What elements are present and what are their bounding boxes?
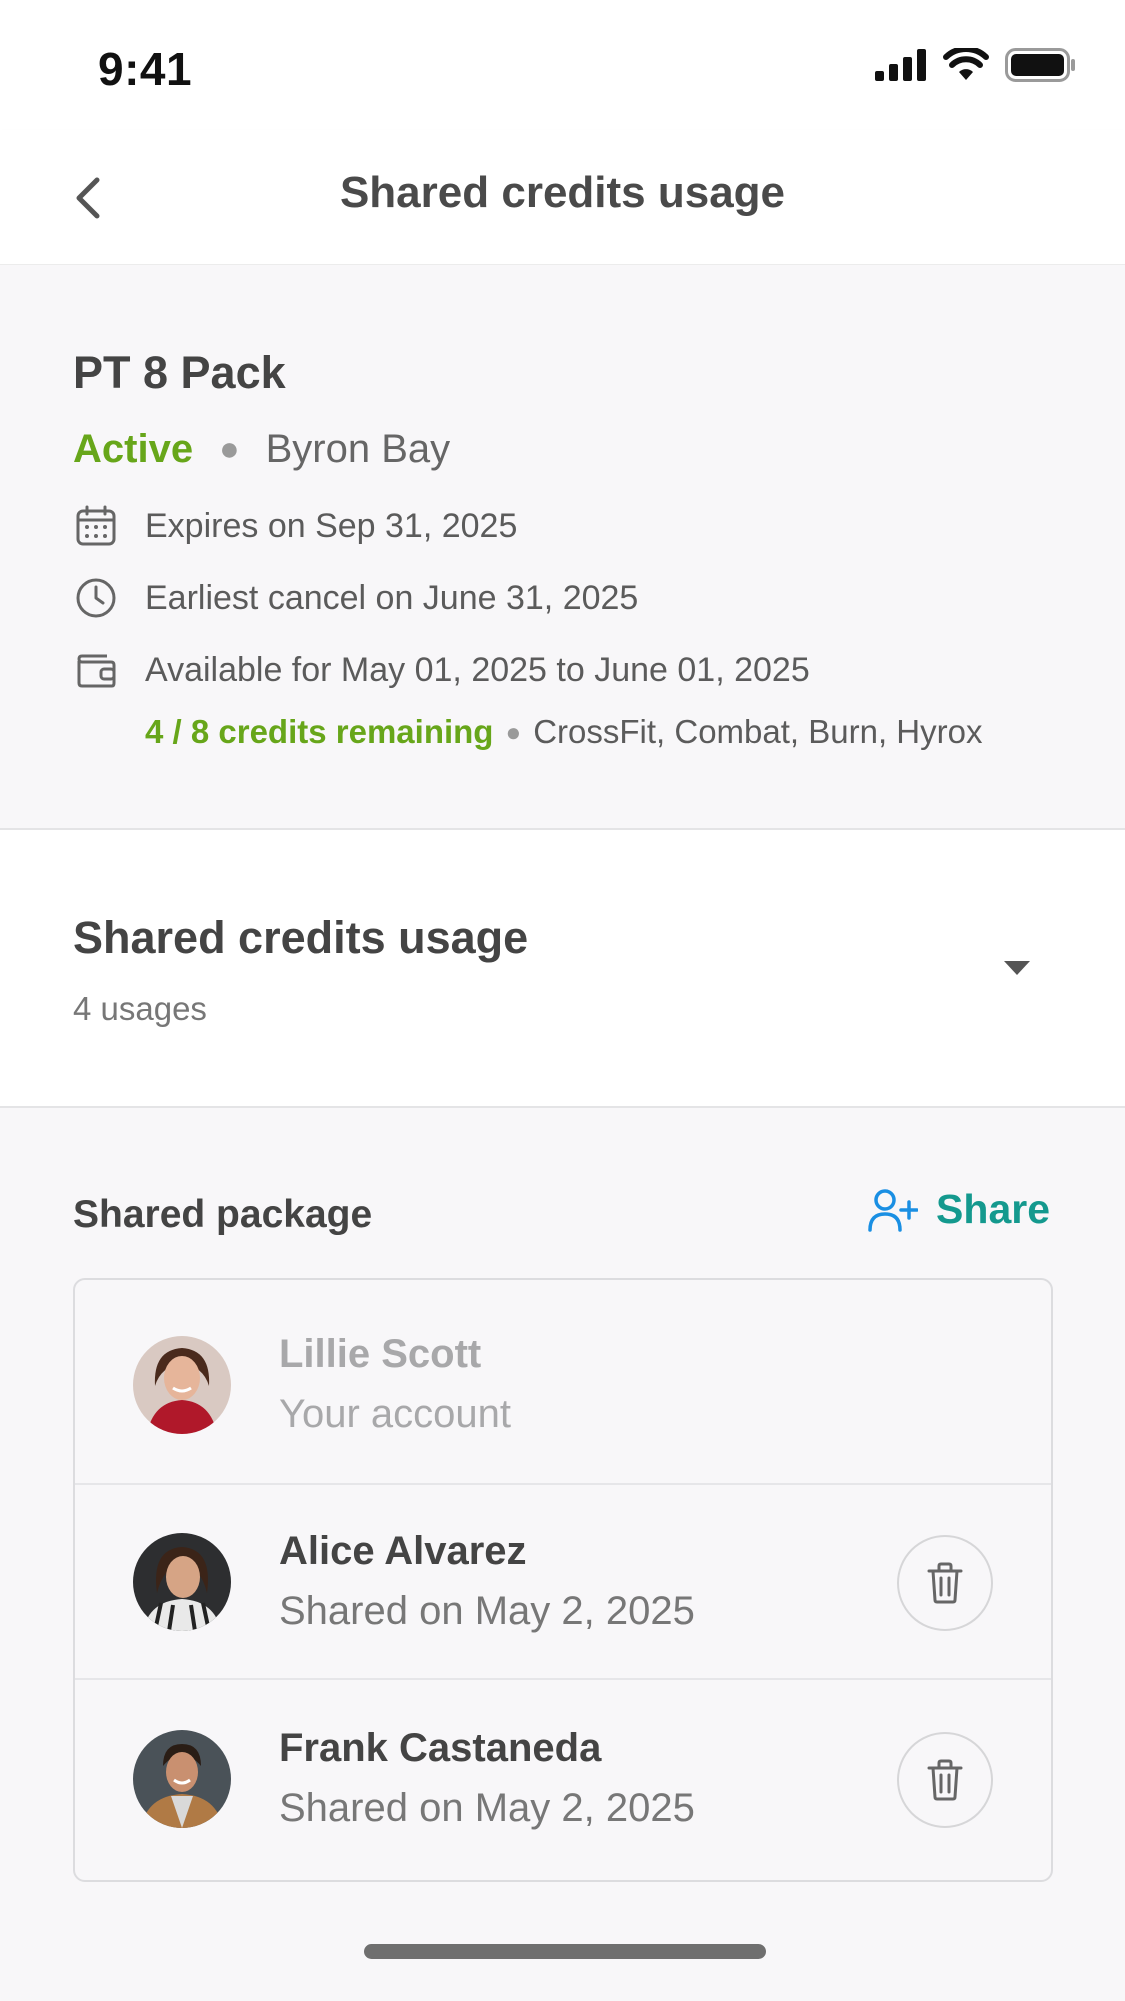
shared-package-title: Shared package xyxy=(73,1193,373,1236)
credits-remaining: 4 / 8 credits remaining xyxy=(145,713,494,750)
earliest-cancel-row: Earliest cancel on June 31, 2025 xyxy=(73,575,638,621)
member-subtitle: Shared on May 2, 2025 xyxy=(279,1786,695,1830)
activities-list: CrossFit, Combat, Burn, Hyrox xyxy=(533,713,983,750)
expires-text: Expires on Sep 31, 2025 xyxy=(145,506,518,545)
nav-bar: Shared credits usage xyxy=(0,130,1125,265)
separator-dot: ● xyxy=(505,716,522,747)
wifi-icon xyxy=(943,48,989,80)
package-location: Byron Bay xyxy=(265,427,451,471)
package-title: PT 8 Pack xyxy=(73,347,286,398)
member-name: Frank Castaneda xyxy=(279,1726,602,1770)
calendar-icon xyxy=(73,503,119,549)
home-indicator[interactable] xyxy=(364,1944,766,1959)
trash-icon xyxy=(927,1759,963,1801)
package-details: PT 8 Pack Active ● Byron Bay Expires on … xyxy=(0,265,1125,830)
page-title: Shared credits usage xyxy=(339,168,786,217)
status-badge: Active xyxy=(73,427,194,471)
member-row-self: Lillie Scott Your account xyxy=(75,1280,1051,1485)
caret-down-icon xyxy=(1004,961,1030,975)
member-name: Lillie Scott xyxy=(279,1332,482,1376)
trash-icon xyxy=(927,1562,963,1604)
usage-count: 4 usages xyxy=(73,990,207,1027)
expires-row: Expires on Sep 31, 2025 xyxy=(73,503,517,549)
member-subtitle: Your account xyxy=(279,1392,512,1436)
add-user-icon xyxy=(868,1188,919,1232)
avatar xyxy=(133,1533,231,1631)
member-row: Frank Castaneda Shared on May 2, 2025 xyxy=(75,1680,1051,1880)
shared-credits-usage-toggle[interactable]: Shared credits usage 4 usages xyxy=(0,830,1125,1108)
member-subtitle: Shared on May 2, 2025 xyxy=(279,1589,695,1633)
status-bar: 9:41 xyxy=(0,0,1125,130)
status-icons xyxy=(875,48,1077,82)
available-text: Available for May 01, 2025 to June 01, 2… xyxy=(145,650,810,689)
earliest-cancel-text: Earliest cancel on June 31, 2025 xyxy=(145,578,639,617)
signal-icon xyxy=(875,49,926,81)
separator-dot: ● xyxy=(219,430,240,468)
member-name: Alice Alvarez xyxy=(279,1529,527,1573)
shared-members-card: Lillie Scott Your account Alice Alvarez … xyxy=(73,1278,1053,1882)
avatar xyxy=(133,1336,231,1434)
avatar xyxy=(133,1730,231,1828)
battery-icon xyxy=(1005,48,1075,82)
clock-icon xyxy=(73,575,119,621)
wallet-icon xyxy=(73,647,119,693)
share-label: Share xyxy=(936,1186,1050,1232)
shared-package-section: Shared package Share Lillie Scott Your a… xyxy=(0,1108,1125,2001)
package-status-row: Active ● Byron Bay xyxy=(73,427,450,472)
credits-row: 4 / 8 credits remaining ● CrossFit, Comb… xyxy=(145,713,982,751)
usage-title: Shared credits usage xyxy=(73,912,529,963)
share-button[interactable]: Share xyxy=(868,1186,1050,1233)
remove-member-button[interactable] xyxy=(897,1732,993,1828)
member-row: Alice Alvarez Shared on May 2, 2025 xyxy=(75,1485,1051,1680)
available-row: Available for May 01, 2025 to June 01, 2… xyxy=(73,647,810,693)
status-time: 9:41 xyxy=(98,43,193,95)
remove-member-button[interactable] xyxy=(897,1535,993,1631)
